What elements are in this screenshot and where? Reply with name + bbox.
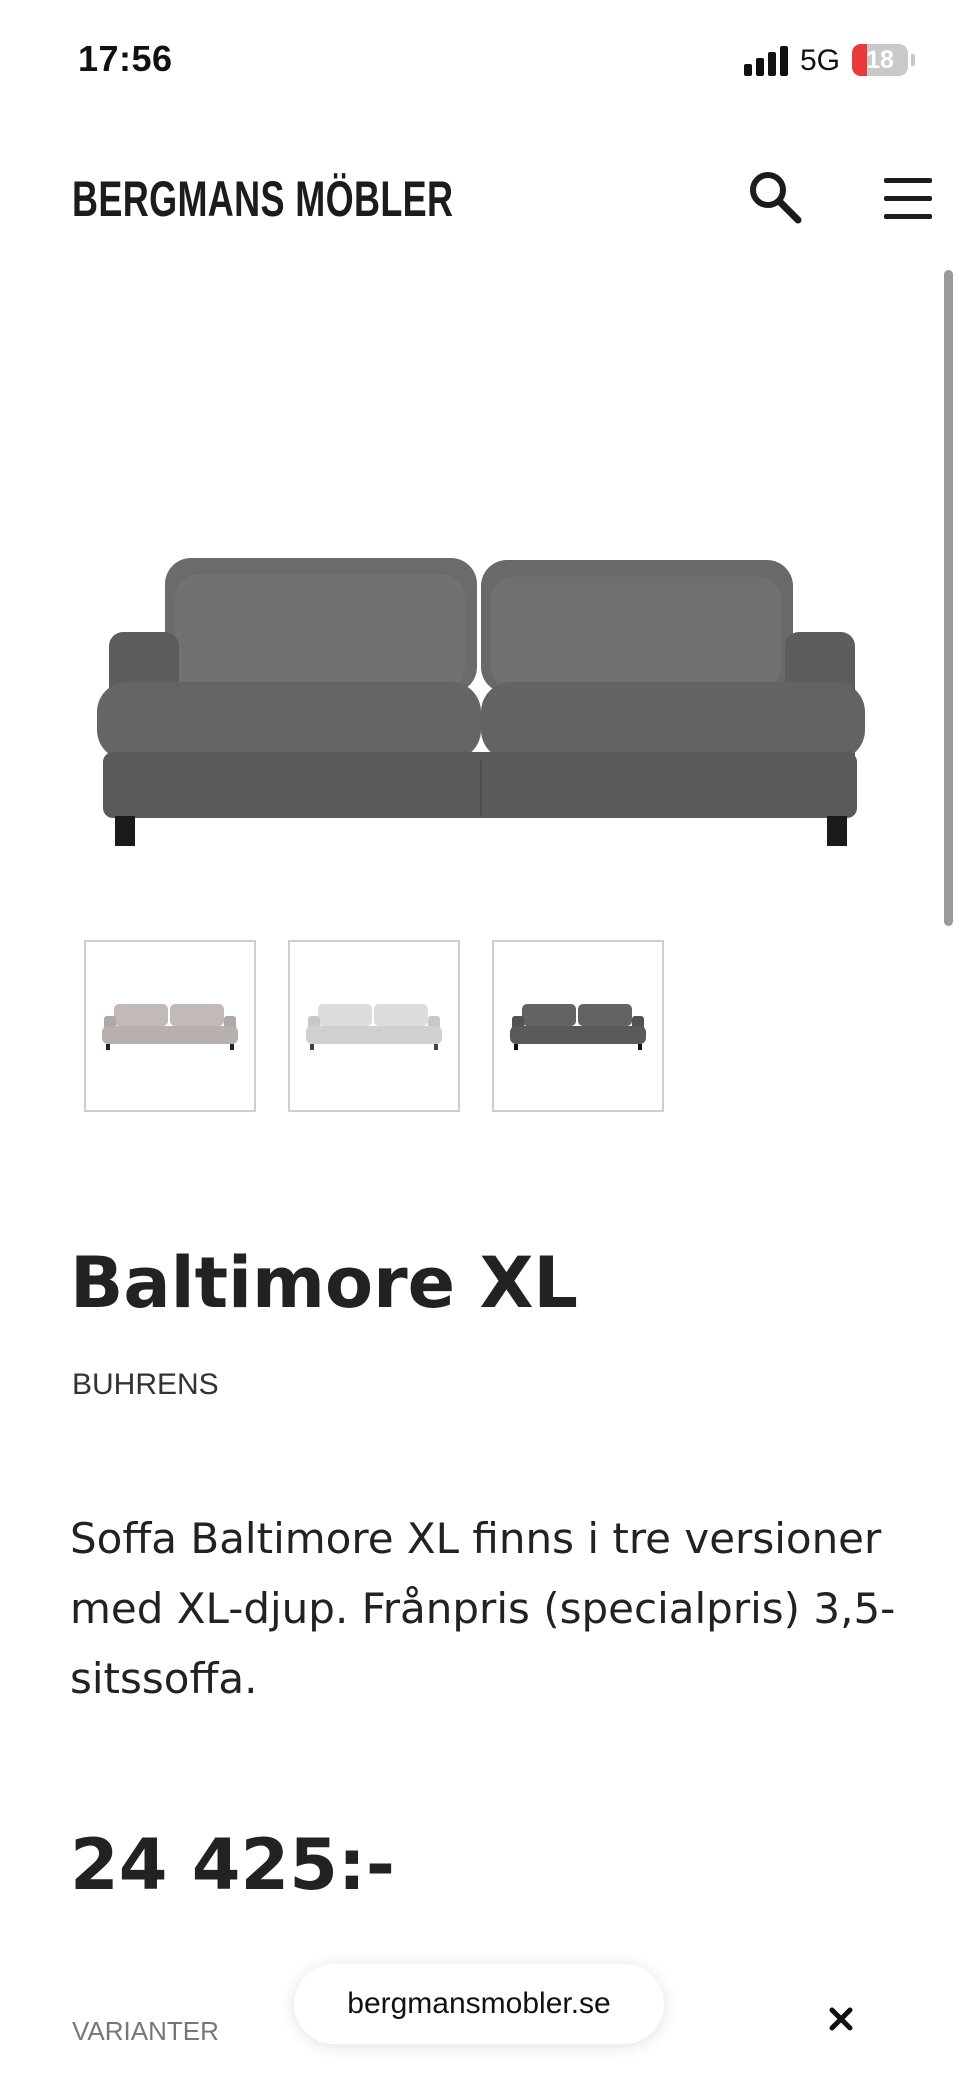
product-brand[interactable]: BUHRENS: [72, 1368, 219, 1402]
network-type: 5G: [800, 44, 841, 77]
scrollbar[interactable]: [944, 270, 953, 926]
signal-icon: [744, 46, 790, 76]
thumbnail-light-grey[interactable]: [288, 940, 460, 1112]
close-icon: [829, 2007, 853, 2031]
battery-nub: [911, 54, 915, 66]
search-button[interactable]: [746, 168, 806, 228]
product-price: 24 425:-: [70, 1824, 395, 1906]
sofa-thumbnail: [510, 1004, 646, 1050]
status-time: 17:56: [78, 38, 173, 79]
battery-level: 18: [866, 46, 894, 74]
product-main-image[interactable]: [85, 520, 875, 860]
product-description: Soffa Baltimore XL finns i tre versioner…: [70, 1514, 896, 1703]
sofa-thumbnail: [306, 1004, 442, 1050]
close-button[interactable]: [824, 2002, 858, 2036]
product-title: Baltimore XL: [70, 1242, 579, 1324]
battery-icon: 18: [852, 44, 908, 76]
menu-button[interactable]: [876, 172, 936, 224]
thumbnail-pink[interactable]: [84, 940, 256, 1112]
brand-logo[interactable]: BERGMANS MÖBLER: [72, 170, 453, 228]
thumbnail-dark-grey[interactable]: [492, 940, 664, 1112]
browser-url-bar[interactable]: bergmansmobler.se: [294, 1964, 664, 2044]
search-icon: [750, 172, 802, 224]
sofa-thumbnail: [102, 1004, 238, 1050]
hamburger-menu-icon: [884, 178, 932, 183]
variants-label: VARIANTER: [72, 2016, 219, 2046]
sofa-image: [97, 558, 865, 846]
